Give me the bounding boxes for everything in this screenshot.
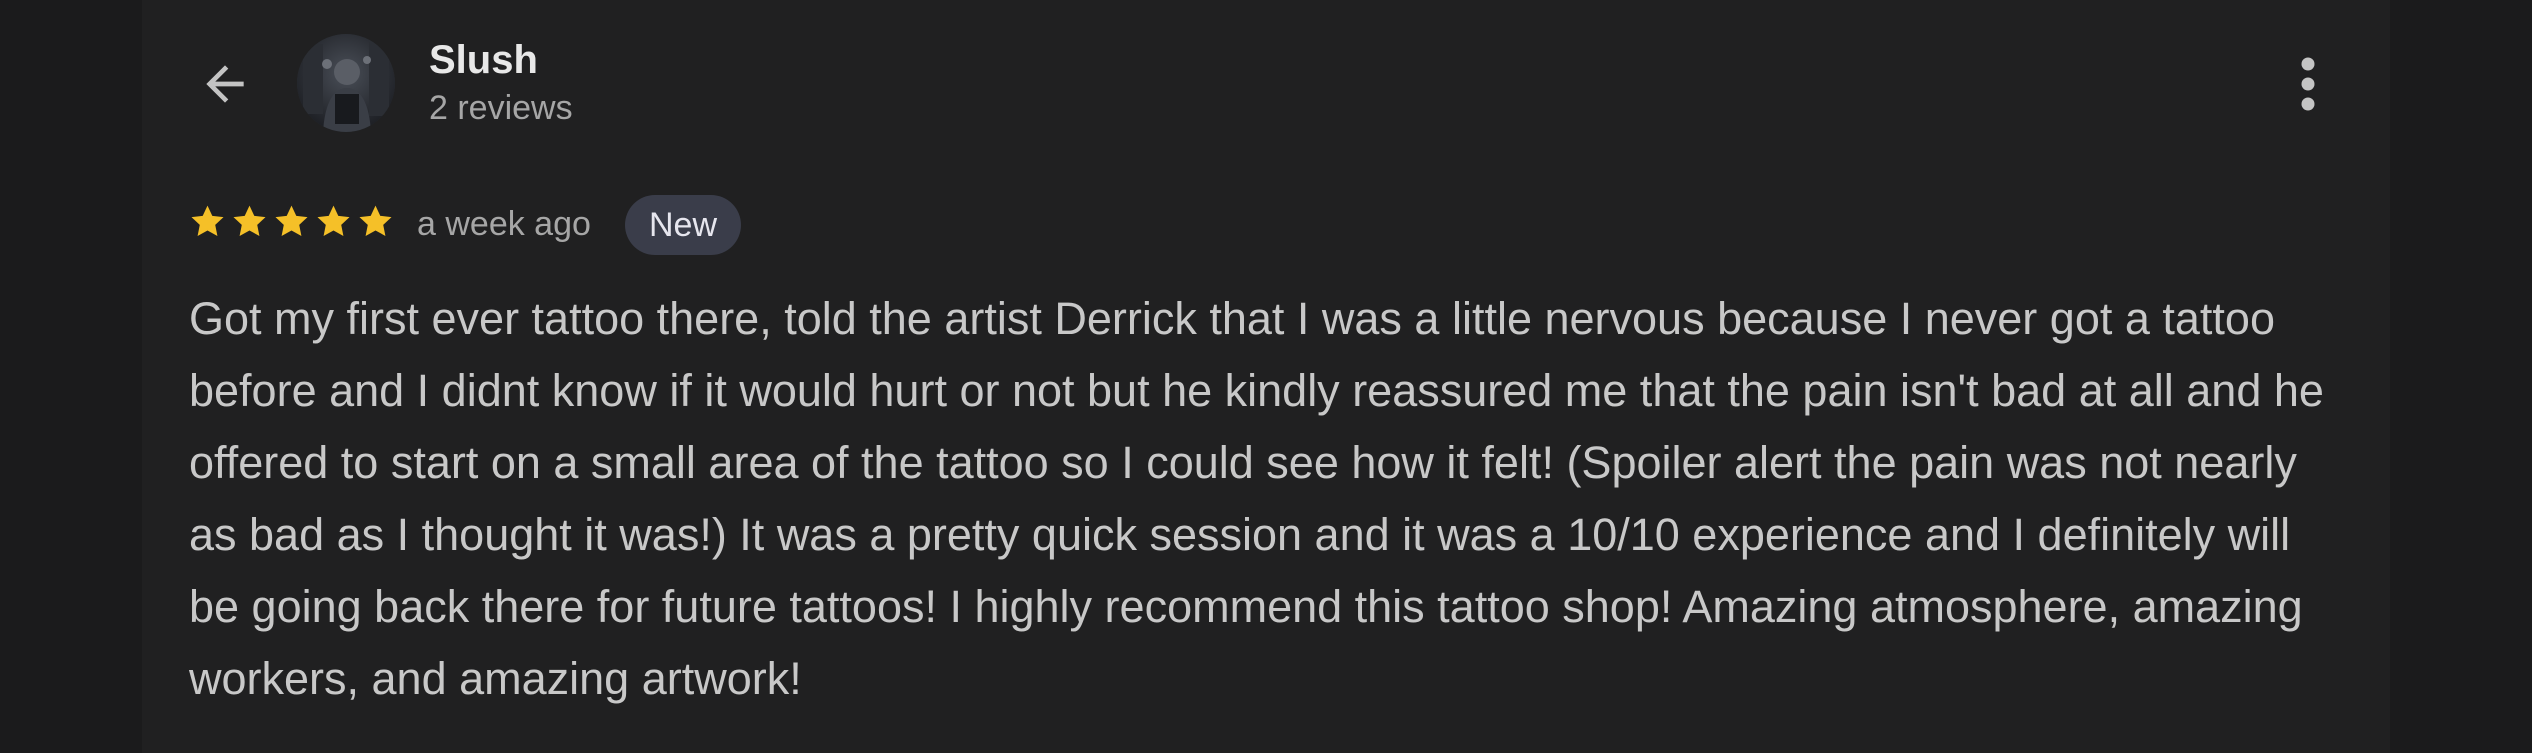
avatar[interactable] <box>297 34 395 132</box>
star-icon <box>233 205 266 236</box>
arrow-left-icon <box>206 65 244 103</box>
avatar-image <box>297 34 395 132</box>
star-icon <box>359 205 392 236</box>
more-options-button[interactable] <box>2282 50 2334 118</box>
review-time: a week ago <box>417 205 591 243</box>
star-rating <box>188 202 395 241</box>
back-button[interactable] <box>189 48 261 120</box>
more-vertical-icon <box>2301 57 2315 111</box>
star-icon <box>317 205 350 236</box>
reviewer-name[interactable]: Slush <box>429 32 538 88</box>
review-text: Got my first ever tattoo there, told the… <box>189 293 2324 704</box>
star-icon <box>275 205 308 236</box>
reviewer-review-count: 2 reviews <box>429 89 573 127</box>
star-icon <box>191 205 224 236</box>
new-badge: New <box>625 195 742 255</box>
